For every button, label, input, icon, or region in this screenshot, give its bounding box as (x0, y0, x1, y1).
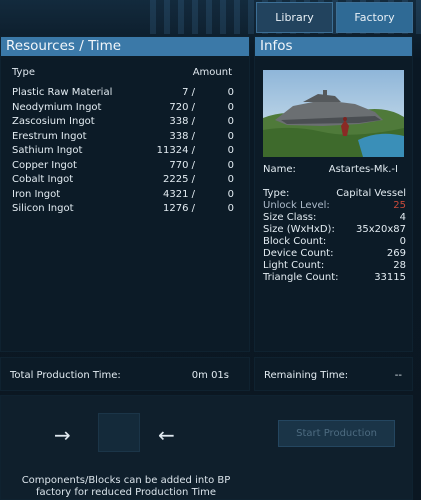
resource-name: Plastic Raw Material (12, 87, 113, 98)
resource-row: Copper Ingot 770 / 0 (12, 160, 234, 175)
total-production-panel: Total Production Time: 0m 01s (0, 357, 250, 391)
resource-name: Neodymium Ingot (12, 101, 102, 113)
ship-preview-image (263, 70, 404, 157)
column-amount: Amount (192, 67, 232, 78)
resource-name: Cobalt Ingot (12, 174, 74, 185)
resource-row: Iron Ingot 4321 / 0 (12, 189, 234, 204)
resource-qty: 720 / (169, 101, 195, 113)
resource-name: Copper Ingot (12, 159, 77, 171)
unlock-level-value: 25 (393, 200, 406, 211)
resource-amount: 0 (227, 145, 234, 156)
infos-title: Infos (255, 37, 412, 56)
info-size-row: Size (WxHxD): 35x20x87 (263, 224, 406, 235)
info-light-row: Light Count: 28 (263, 260, 406, 271)
factory-note: Components/Blocks can be added into BP f… (21, 475, 231, 498)
info-size-class-row: Size Class: 4 (263, 212, 406, 223)
factory-input-panel: → ← Start Production Components/Blocks c… (0, 395, 413, 500)
resource-amount: 0 (227, 101, 234, 113)
blueprint-thumbnail (263, 70, 404, 157)
resource-row: Erestrum Ingot 338 / 0 (12, 131, 234, 146)
total-production-value: 0m 01s (191, 370, 229, 381)
infos-panel: Infos Name: Astartes-Mk.-I Type: Capital… (254, 36, 413, 352)
tab-bar: Library Factory (256, 2, 413, 33)
info-triangle-row: Triangle Count: 33115 (263, 272, 406, 283)
info-block-row: Block Count: 0 (263, 236, 406, 247)
component-slot[interactable] (98, 413, 140, 452)
resource-qty: 11324 / (156, 145, 195, 156)
resource-amount: 0 (227, 159, 234, 171)
resource-amount: 0 (227, 188, 234, 200)
info-unlock-row: Unlock Level: 25 (263, 200, 406, 211)
resource-name: Silicon Ingot (12, 203, 74, 214)
remaining-time-value: -- (394, 370, 402, 381)
remaining-time-panel: Remaining Time: -- (254, 357, 413, 391)
resource-amount: 0 (227, 203, 234, 214)
resource-row: Neodymium Ingot 720 / 0 (12, 102, 234, 117)
resource-amount: 0 (227, 87, 234, 98)
start-production-button[interactable]: Start Production (278, 420, 395, 447)
resource-amount: 0 (227, 174, 234, 185)
resource-row: Zascosium Ingot 338 / 0 (12, 116, 234, 131)
column-type: Type (12, 67, 35, 78)
resource-qty: 7 / (182, 87, 195, 98)
tab-factory[interactable]: Factory (336, 2, 413, 33)
arrow-left-icon[interactable]: ← (158, 423, 175, 447)
resource-qty: 4321 / (163, 188, 195, 200)
resources-title: Resources / Time (1, 37, 249, 56)
resource-qty: 338 / (169, 130, 195, 142)
info-name-row: Name: Astartes-Mk.-I (263, 164, 398, 175)
arrow-right-icon[interactable]: → (54, 423, 71, 447)
resource-row: Silicon Ingot 1276 / 0 (12, 203, 234, 218)
resource-amount: 0 (227, 130, 234, 142)
resources-panel: Resources / Time Type Amount Plastic Raw… (0, 36, 250, 352)
remaining-time-label: Remaining Time: (264, 370, 349, 381)
resource-qty: 770 / (169, 159, 195, 171)
tab-library[interactable]: Library (256, 2, 333, 33)
total-production-label: Total Production Time: (10, 370, 121, 381)
resource-qty: 338 / (169, 116, 195, 127)
resource-name: Iron Ingot (12, 188, 61, 200)
resource-row: Cobalt Ingot 2225 / 0 (12, 174, 234, 189)
resource-name: Sathium Ingot (12, 145, 83, 156)
resource-row: Sathium Ingot 11324 / 0 (12, 145, 234, 160)
resource-row: Plastic Raw Material 7 / 0 (12, 87, 234, 102)
resource-amount: 0 (227, 116, 234, 127)
resource-qty: 2225 / (163, 174, 195, 185)
info-type-row: Type: Capital Vessel (263, 188, 406, 199)
blueprint-name: Astartes-Mk.-I (328, 164, 398, 175)
resource-name: Erestrum Ingot (12, 130, 87, 142)
resource-qty: 1276 / (163, 203, 195, 214)
resource-name: Zascosium Ingot (12, 116, 95, 127)
info-device-row: Device Count: 269 (263, 248, 406, 259)
